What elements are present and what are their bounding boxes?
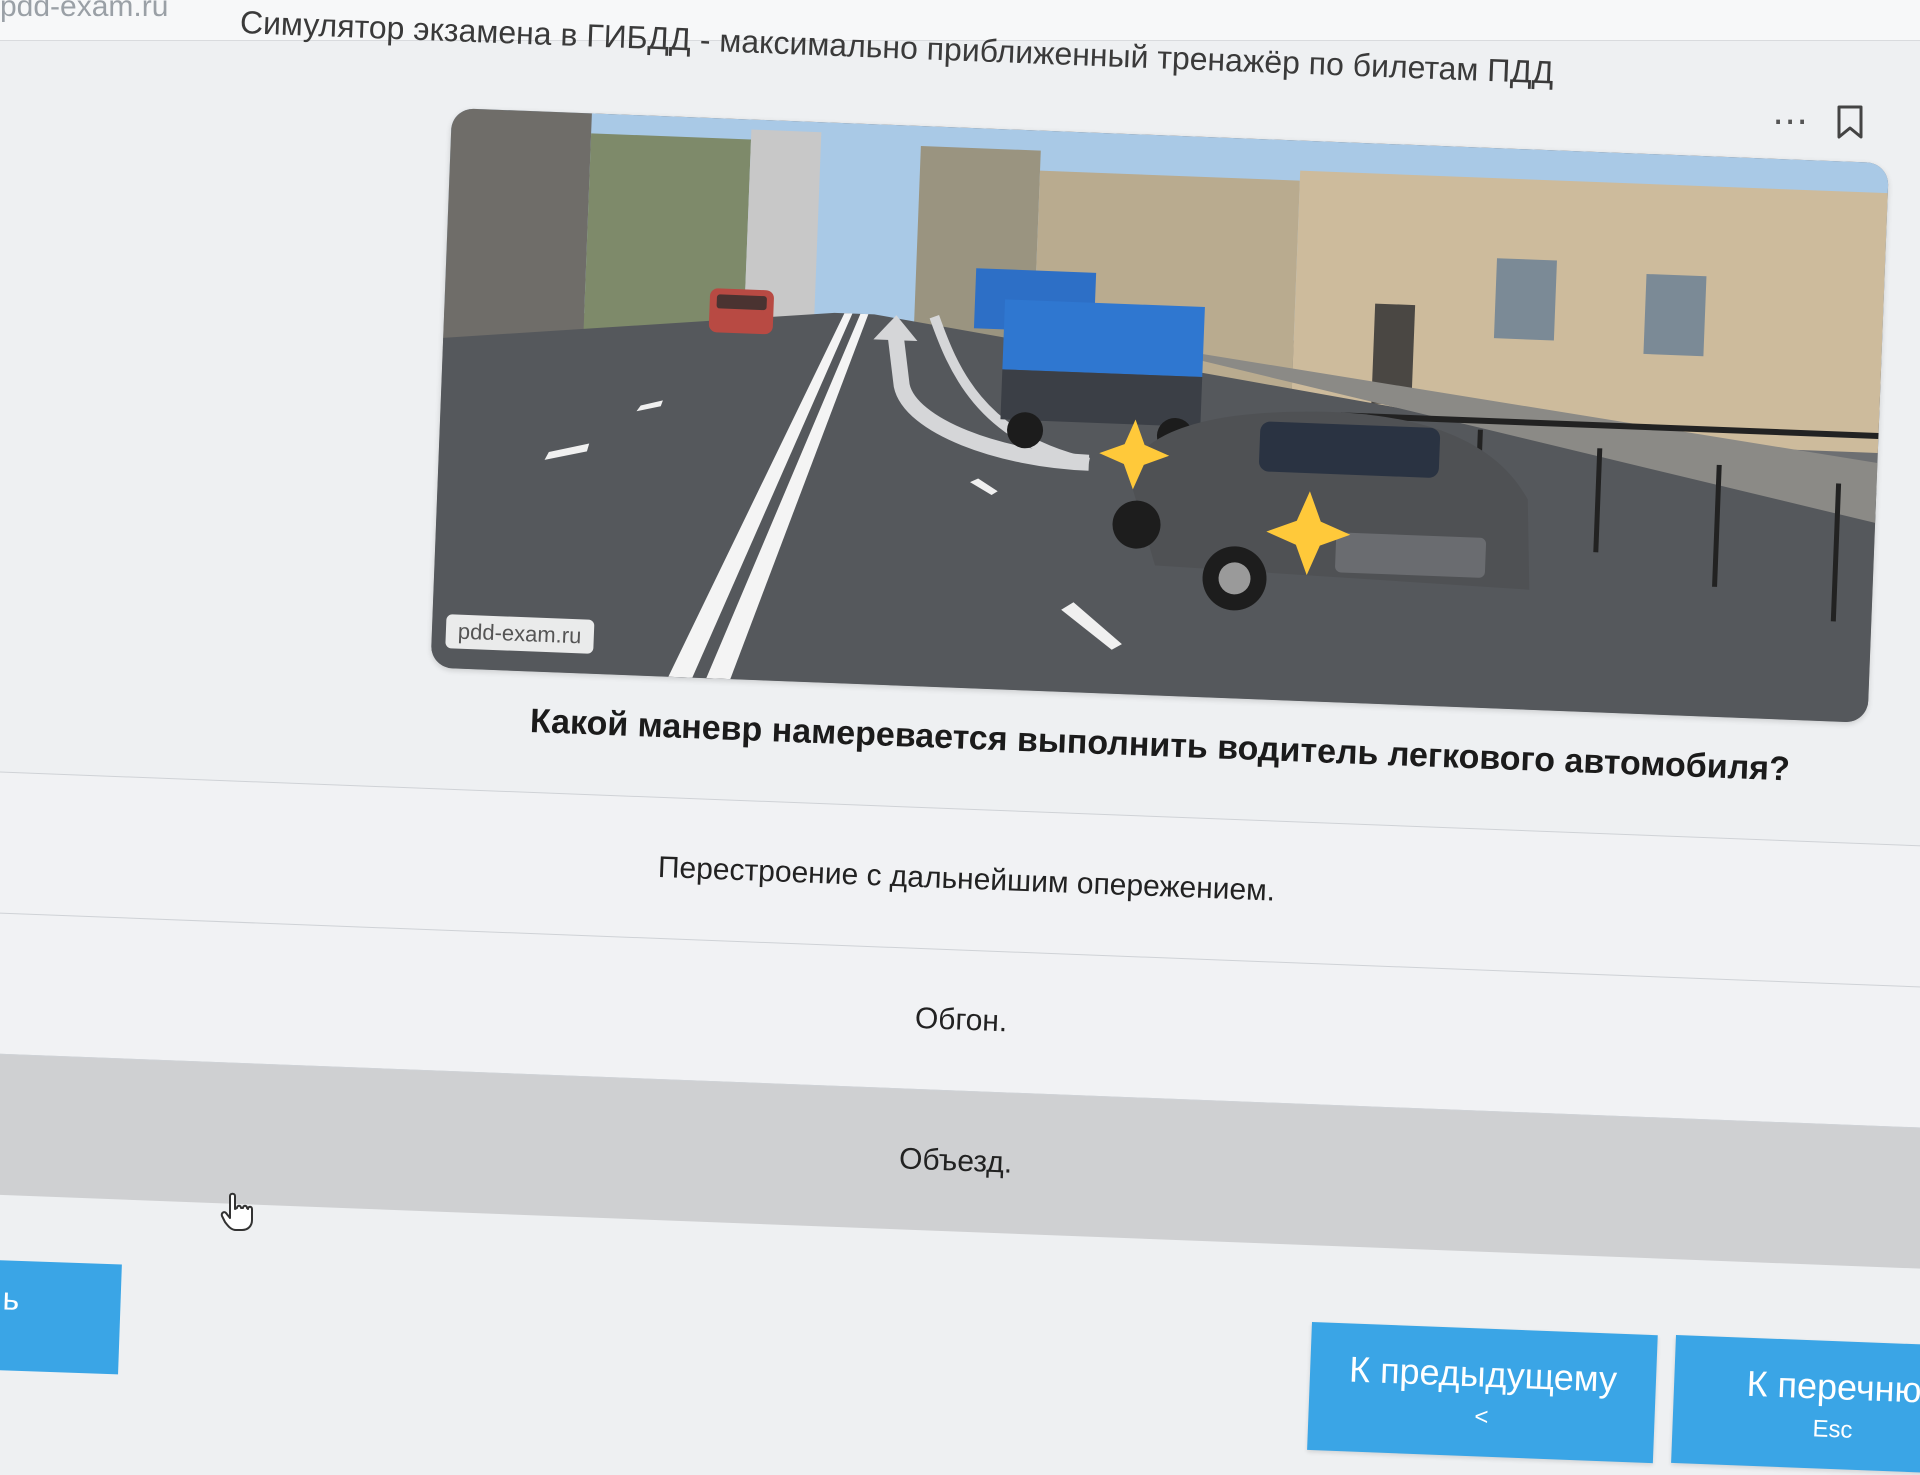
answer-list: Перестроение с дальнейшим опережением. О… xyxy=(0,770,1920,1271)
previous-button-key: < xyxy=(1473,1403,1489,1431)
bookmark-icon[interactable] xyxy=(1834,104,1866,140)
more-dots-icon[interactable]: ⋯ xyxy=(1772,100,1810,142)
question-picture: pdd-exam.ru xyxy=(430,108,1889,723)
left-partial-button[interactable]: ь xyxy=(0,1259,122,1375)
previous-button-label: К предыдущему xyxy=(1348,1348,1618,1400)
question-text: Какой маневр намеревается выполнить води… xyxy=(529,702,1791,789)
previous-button[interactable]: К предыдущему < xyxy=(1307,1322,1658,1464)
list-button[interactable]: К перечню Esc xyxy=(1671,1335,1920,1475)
hand-cursor-icon xyxy=(220,1192,253,1231)
site-url[interactable]: pdd-exam.ru xyxy=(0,0,168,24)
road-scene-illustration xyxy=(430,108,1889,723)
list-button-key: Esc xyxy=(1811,1415,1853,1444)
list-button-label: К перечню xyxy=(1745,1362,1920,1411)
watermark: pdd-exam.ru xyxy=(445,614,594,654)
